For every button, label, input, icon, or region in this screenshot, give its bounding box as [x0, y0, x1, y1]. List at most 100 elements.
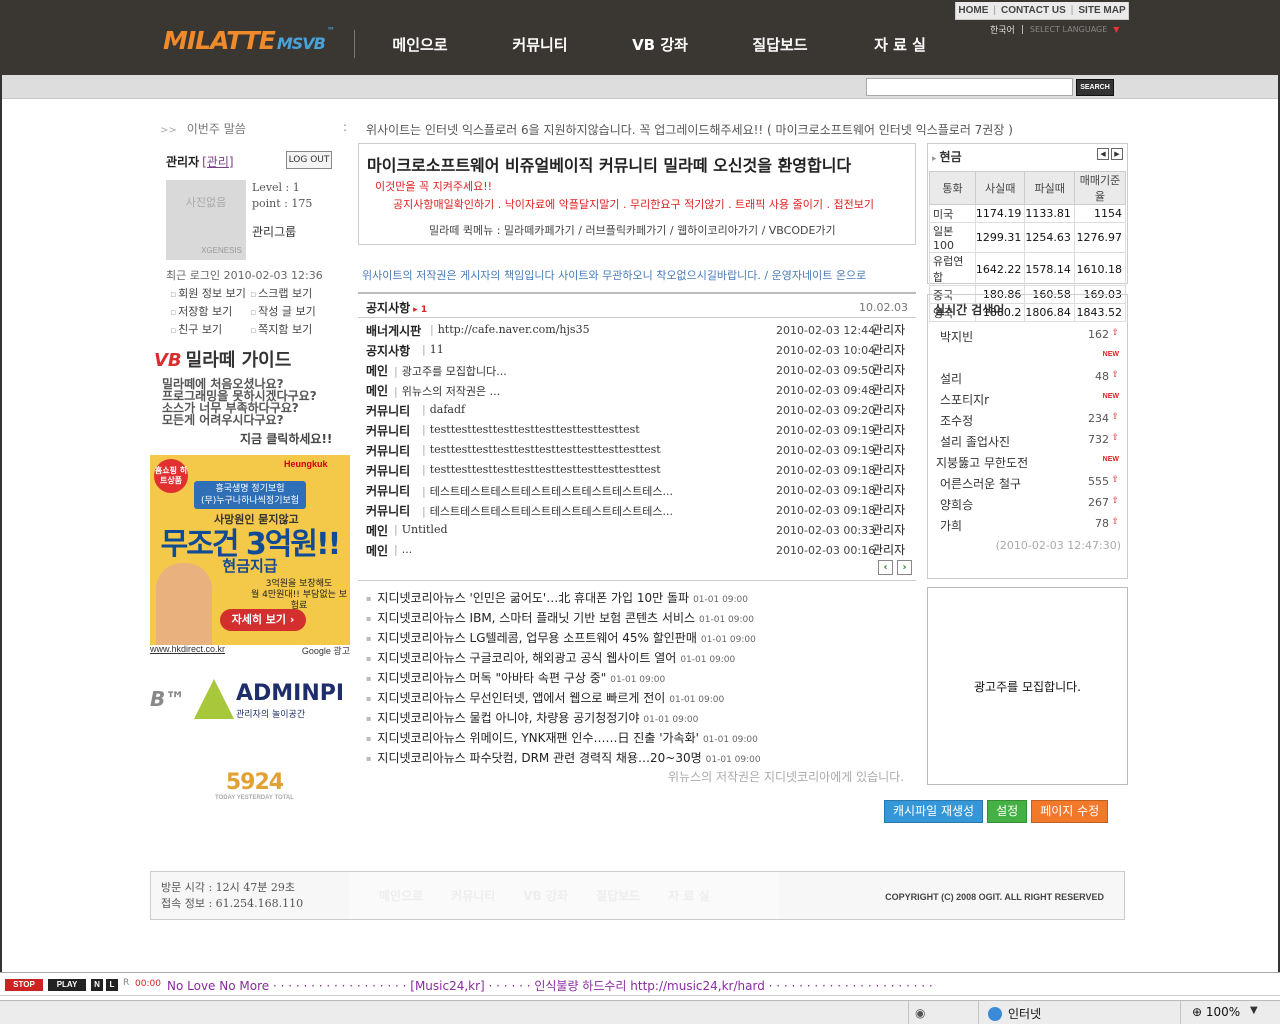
privacy-eye-icon[interactable]: ◉ — [915, 1006, 925, 1020]
footer-nav-item[interactable]: VB 강좌 — [523, 887, 568, 904]
security-zone[interactable]: 인터넷 — [988, 1005, 1041, 1022]
admin-link[interactable]: [관리] — [202, 155, 233, 169]
quick-menu[interactable]: 밀라떼 퀵메뉴 : 밀라떼카페가기 / 러브플릭카페가기 / 웹하이코리아가기 … — [429, 222, 836, 238]
nav-home[interactable]: 메인으로 — [360, 34, 480, 55]
site-logo[interactable]: MILATTE MSVB™ — [163, 26, 335, 55]
news-item[interactable]: 지디넷코리아뉴스 머독 "아바타 속편 구상 중"01-01 09:00 — [366, 669, 926, 689]
next-track-button[interactable]: N — [91, 979, 103, 991]
board-row-author[interactable]: 관리자 — [872, 501, 905, 518]
board-title[interactable]: 공지사항 ▸ 1 — [366, 299, 427, 316]
board-row-author[interactable]: 관리자 — [872, 461, 905, 478]
board-row-author[interactable]: 관리자 — [872, 521, 905, 538]
member-info-link[interactable]: 회원 정보 보기 — [170, 285, 250, 301]
adminpl-banner[interactable]: B™ ADMINPL 관리자의 놀이공간 — [150, 675, 342, 723]
realtime-item[interactable]: 어른스러운 철구 555 ⇧ — [936, 472, 1121, 493]
board-row-title[interactable]: | dafadf — [422, 403, 752, 416]
edit-page-button[interactable]: 페이지 수정 — [1031, 800, 1109, 823]
board-row[interactable]: 커뮤니티 | testtesttesttesttesttesttesttesttes… — [364, 461, 912, 481]
realtime-item[interactable]: 스포티지r NEW — [936, 388, 1121, 409]
news-item[interactable]: 지디넷코리아뉴스 무선인터넷, 앱에서 웹으로 빠르게 전이01-01 09:0… — [366, 689, 926, 709]
realtime-item[interactable]: 박지빈 162 ⇧ — [936, 325, 1121, 346]
board-row[interactable]: 커뮤니티 | dafadf 2010-02-03 09:20 관리자 — [364, 401, 912, 421]
board-row-author[interactable]: 관리자 — [872, 381, 905, 398]
messages-link[interactable]: 쪽지함 보기 — [250, 321, 340, 337]
util-home-link[interactable]: HOME — [958, 5, 988, 16]
list-button[interactable]: L — [106, 979, 118, 991]
settings-button[interactable]: 설정 — [987, 800, 1028, 823]
util-sitemap-link[interactable]: SITE MAP — [1078, 5, 1125, 16]
board-row[interactable]: 메인 |... 2010-02-03 00:16 관리자 — [364, 541, 912, 561]
board-row-title[interactable]: | testtesttesttesttesttesttesttesttesttes… — [422, 423, 752, 436]
board-row-author[interactable]: 관리자 — [872, 361, 905, 378]
search-button[interactable]: SEARCH — [1076, 79, 1114, 96]
board-row-author[interactable]: 관리자 — [872, 341, 905, 358]
realtime-item[interactable]: NEW — [936, 346, 1121, 367]
news-item[interactable]: 지디넷코리아뉴스 구글코리아, 해외광고 공식 웹사이트 열어01-01 09:… — [366, 649, 926, 669]
board-row-title[interactable]: | Untitled — [394, 523, 724, 536]
google-ads-label[interactable]: Google 광고 — [302, 644, 350, 657]
board-row-title[interactable]: | testtesttesttesttesttesttesttesttesttes… — [422, 443, 752, 456]
language-selector[interactable]: 한국어 | SELECT LANGUAGE ▼ — [990, 23, 1119, 37]
zoom-level[interactable]: ⊕ 100% — [1192, 1005, 1240, 1019]
next-page-button[interactable]: › — [897, 560, 912, 575]
footer-nav-item[interactable]: 자 료 실 — [668, 887, 709, 904]
insurance-ad-banner[interactable]: 홈쇼핑 히트상품 Heungkuk 흥국생명 정기보험 (무)누구나하나씩정기보험… — [150, 455, 350, 645]
board-row-title[interactable]: | 11 — [422, 343, 752, 356]
board-row-title[interactable]: | 테스트테스트테스트테스트테스트테스트테스트테스... — [422, 483, 752, 499]
nav-vb-lecture[interactable]: VB 강좌 — [600, 34, 720, 55]
board-row-author[interactable]: 관리자 — [872, 421, 905, 438]
realtime-item[interactable]: 가희 78 ⇧ — [936, 514, 1121, 535]
board-row-author[interactable]: 관리자 — [872, 441, 905, 458]
logout-button[interactable]: LOG OUT — [286, 151, 332, 169]
realtime-item[interactable]: 양희승 267 ⇧ — [936, 493, 1121, 514]
board-row-title[interactable]: | testtesttesttesttesttesttesttesttesttes… — [422, 463, 752, 476]
realtime-item[interactable]: 조수정 234 ⇧ — [936, 409, 1121, 430]
friends-link[interactable]: 친구 보기 — [170, 321, 250, 337]
scrap-link[interactable]: 스크랩 보기 — [250, 285, 340, 301]
news-item[interactable]: 지디넷코리아뉴스 위메이드, YNK재팬 인수……日 진출 '가속화'01-01… — [366, 729, 926, 749]
board-row[interactable]: 커뮤니티 | testtesttesttesttesttesttesttesttes… — [364, 421, 912, 441]
saved-link[interactable]: 저장함 보기 — [170, 303, 250, 319]
rate-next-button[interactable]: ▶ — [1111, 148, 1123, 160]
util-contact-link[interactable]: CONTACT US — [1001, 5, 1066, 16]
stop-button[interactable]: STOP — [5, 979, 43, 991]
prev-page-button[interactable]: ‹ — [878, 560, 893, 575]
ad-detail-button[interactable]: 자세히 보기 › — [220, 609, 306, 631]
news-item[interactable]: 지디넷코리아뉴스 물컵 아니야, 차량용 공기청정기야01-01 09:00 — [366, 709, 926, 729]
footer-nav-item[interactable]: 커뮤니티 — [451, 887, 495, 904]
ad-placeholder[interactable]: 광고주를 모집합니다. — [927, 587, 1128, 785]
ad-url-link[interactable]: www.hkdirect.co.kr — [150, 644, 225, 657]
board-row[interactable]: 커뮤니티 | testtesttesttesttesttesttesttesttes… — [364, 441, 912, 461]
board-row-author[interactable]: 관리자 — [872, 401, 905, 418]
board-row[interactable]: 메인 | 광고주를 모집합니다... 2010-02-03 09:50 관리자 — [364, 361, 912, 381]
board-row-author[interactable]: 관리자 — [872, 541, 905, 558]
my-posts-link[interactable]: 작성 글 보기 — [250, 303, 340, 319]
board-row-title[interactable]: |... — [394, 543, 724, 556]
board-row-author[interactable]: 관리자 — [872, 321, 905, 338]
rate-prev-button[interactable]: ◀ — [1097, 148, 1109, 160]
nav-archive[interactable]: 자 료 실 — [840, 34, 960, 55]
board-row[interactable]: 메인 | 위뉴스의 저작권은 ... 2010-02-03 09:48 관리자 — [364, 381, 912, 401]
search-input[interactable] — [866, 78, 1073, 96]
board-row[interactable]: 커뮤니티 | 테스트테스트테스트테스트테스트테스트테스트테스... 2010-02-0… — [364, 481, 912, 501]
board-row-author[interactable]: 관리자 — [872, 481, 905, 498]
board-row[interactable]: 공지사항 | 11 2010-02-03 10:04 관리자 — [364, 341, 912, 361]
board-row-title[interactable]: | 테스트테스트테스트테스트테스트테스트테스트테스... — [422, 503, 752, 519]
news-item[interactable]: 지디넷코리아뉴스 IBM, 스마터 플래닛 기반 보험 콘텐츠 서비스01-01… — [366, 609, 926, 629]
board-row-title[interactable]: | 위뉴스의 저작권은 ... — [394, 383, 724, 399]
nav-qna[interactable]: 질답보드 — [720, 34, 840, 55]
play-button[interactable]: PLAY — [48, 979, 86, 991]
board-row[interactable]: 메인 | Untitled 2010-02-03 00:33 관리자 — [364, 521, 912, 541]
news-item[interactable]: 지디넷코리아뉴스 파수닷컴, DRM 관련 경력직 채용…20~30명01-01… — [366, 749, 926, 769]
board-row[interactable]: 배너게시판 | http://cafe.naver.com/hjs35 2010-02… — [364, 321, 912, 341]
realtime-item[interactable]: 설리 졸업사진 732 ⇧ — [936, 430, 1121, 451]
board-row-title[interactable]: | http://cafe.naver.com/hjs35 — [430, 323, 760, 336]
board-row-title[interactable]: | 광고주를 모집합니다... — [394, 363, 724, 379]
nav-community[interactable]: 커뮤니티 — [480, 34, 600, 55]
guide-banner[interactable]: VB 밀라떼 가이드 밀라떼에 처음오셨나요? 프로그래밍을 못하시겠다구요? 소… — [150, 346, 350, 446]
regen-cache-button[interactable]: 캐시파일 재생성 — [884, 800, 984, 823]
realtime-item[interactable]: 지붕뚫고 무한도전 NEW — [936, 451, 1121, 472]
realtime-item[interactable]: 설리 48 ⇧ — [936, 367, 1121, 388]
board-row[interactable]: 커뮤니티 | 테스트테스트테스트테스트테스트테스트테스트테스... 2010-02-0… — [364, 501, 912, 521]
footer-nav-item[interactable]: 질답보드 — [596, 887, 640, 904]
